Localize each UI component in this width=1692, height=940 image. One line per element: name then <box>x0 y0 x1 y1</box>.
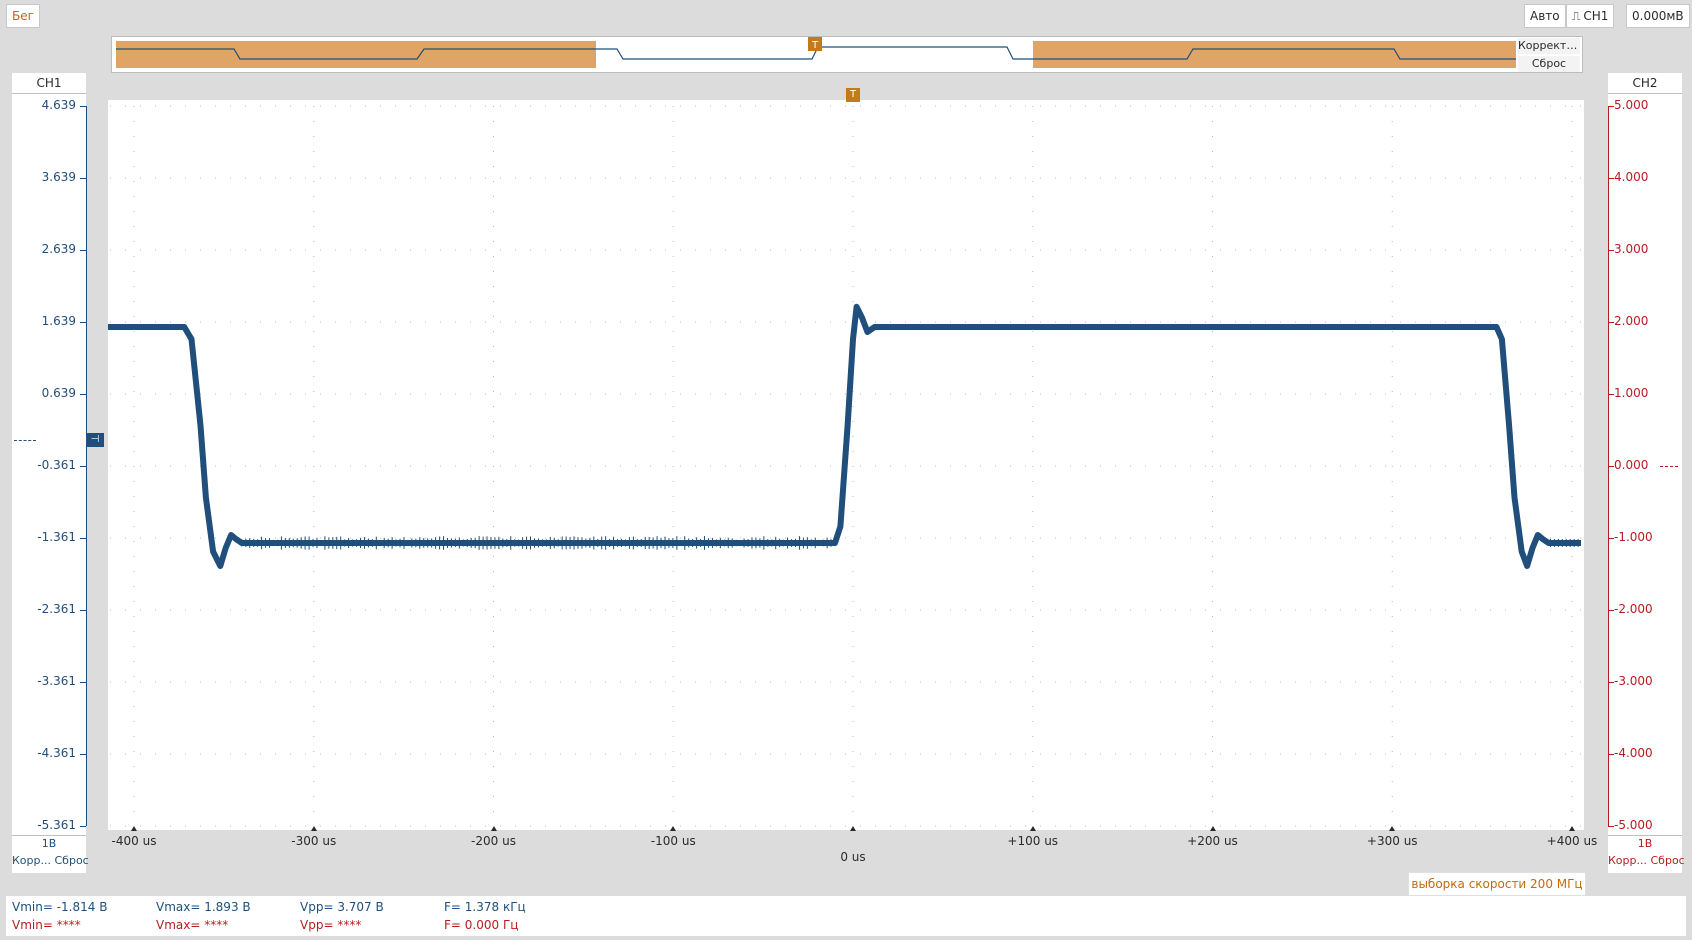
overview-left-window[interactable] <box>116 41 596 68</box>
ch2-tick-label: -3.000 <box>1614 674 1653 688</box>
overview-correct-button[interactable]: Корректи... <box>1518 38 1580 54</box>
ch2-tick-label: -5.000 <box>1614 818 1653 832</box>
time-tick-label: +400 us <box>1546 834 1598 848</box>
ch1-tick-label: -1.361 <box>37 530 76 544</box>
ch1-tick-label: -0.361 <box>37 458 76 472</box>
sample-rate-label: выборка скорости 200 МГц <box>1408 872 1586 896</box>
ch2-tick-label: 3.000 <box>1614 242 1649 256</box>
trigger-mode-button[interactable]: Авто <box>1524 4 1566 28</box>
ch2-offset-dash <box>1660 466 1678 467</box>
ch2-tick-label: 5.000 <box>1614 98 1649 112</box>
time-tick-mark <box>1569 826 1575 831</box>
ch1-tick-label: 1.639 <box>41 314 76 328</box>
trigger-level-button[interactable]: 0.000мВ <box>1626 4 1690 28</box>
overview-waveform: T <box>116 37 1516 68</box>
ch1-vpp: Vpp= 3.707 В <box>300 900 384 914</box>
ch1-tick-label: -2.361 <box>37 602 76 616</box>
ch1-ground-marker[interactable]: ⊣ <box>86 433 104 447</box>
ch2-frequency: F= 0.000 Гц <box>444 918 519 932</box>
ch1-axis <box>86 106 87 826</box>
ch2-tick-label: 0.000 <box>1614 458 1649 472</box>
time-tick-label: -400 us <box>111 834 157 848</box>
time-tick-label: -300 us <box>291 834 337 848</box>
ch2-tick-label: -1.000 <box>1614 530 1653 544</box>
ch1-tick-label: 2.639 <box>41 242 76 256</box>
rising-edge-icon: ⎍ <box>1572 9 1581 23</box>
overview-trigger-marker[interactable]: T <box>808 37 822 51</box>
ch2-vmax: Vmax= **** <box>156 918 229 932</box>
ch2-tick-label: 1.000 <box>1614 386 1649 400</box>
ch1-tick-label: -4.361 <box>37 746 76 760</box>
time-tick-label: -200 us <box>471 834 516 848</box>
ch2-tick-mark <box>1608 826 1614 827</box>
ch2-axis <box>1608 106 1609 826</box>
ch1-correct-reset[interactable]: Корр... Сброс <box>12 852 89 870</box>
ch1-vmax: Vmax= 1.893 В <box>156 900 251 914</box>
waveform-overview[interactable]: T <box>111 36 1583 73</box>
ch1-tick-label: 0.639 <box>41 386 76 400</box>
ch2-tick-label: 4.000 <box>1614 170 1649 184</box>
time-tick-label: +100 us <box>1007 834 1059 848</box>
ch1-offset-dash <box>14 440 36 441</box>
trigger-source-label: CH1 <box>1583 9 1609 23</box>
ch2-tick-label: -2.000 <box>1614 602 1653 616</box>
ch2-tick-label: 2.000 <box>1614 314 1649 328</box>
ch2-tick-label: -4.000 <box>1614 746 1653 760</box>
time-tick-label: +300 us <box>1366 834 1418 848</box>
ch2-vmin: Vmin= **** <box>12 918 81 932</box>
time-tick-mark <box>850 826 856 831</box>
waveform-plot <box>108 100 1584 830</box>
ch1-tick-label: -3.361 <box>37 674 76 688</box>
ch2-correct-reset[interactable]: Корр... Сброс <box>1608 852 1685 870</box>
overview-reset-button[interactable]: Сброс <box>1518 56 1580 72</box>
ch1-tick-mark <box>80 826 86 827</box>
ch1-tick-label: 3.639 <box>41 170 76 184</box>
scope-display[interactable] <box>108 100 1584 870</box>
overview-right-window[interactable] <box>1033 41 1516 68</box>
time-tick-mark <box>131 826 137 831</box>
time-center-label: 0 us <box>840 850 866 864</box>
trigger-source-button[interactable]: ⎍ CH1 <box>1566 4 1615 28</box>
ch1-tick-label: 4.639 <box>41 98 76 112</box>
trigger-position-marker[interactable]: T <box>846 88 860 102</box>
ch1-vmin: Vmin= -1.814 В <box>12 900 108 914</box>
time-tick-mark <box>1389 826 1396 831</box>
ch1-title[interactable]: CH1 <box>12 73 86 94</box>
time-tick-mark <box>1209 826 1216 831</box>
measurements-panel: Vmin= -1.814 В Vmax= 1.893 В Vpp= 3.707 … <box>6 896 1686 936</box>
ch1-scale[interactable]: 1В <box>12 835 86 852</box>
ch1-frequency: F= 1.378 кГц <box>444 900 526 914</box>
time-tick-mark <box>670 826 677 831</box>
time-tick-label: -100 us <box>650 834 696 848</box>
svg-text:T: T <box>811 40 819 51</box>
time-tick-label: +200 us <box>1187 834 1238 848</box>
time-tick-mark <box>1029 826 1036 831</box>
ch2-scale[interactable]: 1В <box>1608 835 1682 852</box>
time-tick-mark <box>310 826 317 831</box>
run-stop-button[interactable]: Бег <box>6 4 40 28</box>
ch1-tick-label: -5.361 <box>37 818 76 832</box>
ch2-title[interactable]: CH2 <box>1608 73 1682 94</box>
ch2-vpp: Vpp= **** <box>300 918 362 932</box>
time-tick-mark <box>490 826 497 831</box>
